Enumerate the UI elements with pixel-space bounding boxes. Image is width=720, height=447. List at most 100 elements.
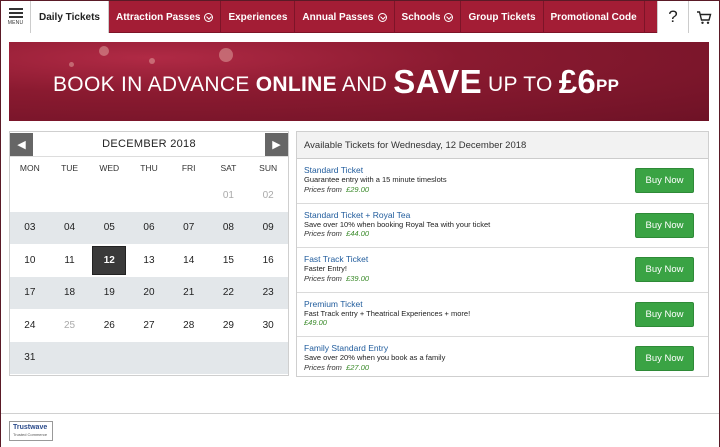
calendar-day[interactable]: 22 <box>209 277 249 310</box>
calendar-week: 01 02 <box>10 179 288 212</box>
calendar-day[interactable]: 10 <box>10 244 50 277</box>
calendar-day[interactable]: 20 <box>129 277 169 310</box>
tab-schools[interactable]: Schools <box>395 1 462 33</box>
banner-text: UP TO <box>481 72 559 96</box>
calendar-day[interactable]: 24 <box>10 309 50 342</box>
calendar-day[interactable]: 08 <box>209 212 249 245</box>
tab-annual-passes[interactable]: Annual Passes <box>295 1 395 33</box>
banner-text-amount: £6 <box>558 62 597 100</box>
calendar-day[interactable]: 14 <box>169 244 209 277</box>
calendar-day[interactable]: 09 <box>248 212 288 245</box>
calendar-day-number: 28 <box>183 319 195 331</box>
calendar-week: 10 11 12 13 14 15 16 <box>10 244 288 277</box>
price-amount: £39.00 <box>346 273 370 283</box>
tab-label: Schools <box>401 11 441 23</box>
calendar-day: 02 <box>248 179 288 212</box>
tickets-panel: Available Tickets for Wednesday, 12 Dece… <box>296 131 709 377</box>
calendar-day-selected[interactable]: 12 <box>89 244 129 277</box>
ticket-row: Standard Ticket + Royal Tea Save over 10%… <box>297 204 708 248</box>
weekday-label: SAT <box>220 163 237 173</box>
tab-attraction-passes[interactable]: Attraction Passes <box>109 1 222 33</box>
buy-now-button[interactable]: Buy Now <box>635 212 694 238</box>
tab-label: Group Tickets <box>468 11 536 23</box>
calendar-day[interactable]: 26 <box>89 309 129 342</box>
question-icon: ? <box>668 7 678 26</box>
next-month-button[interactable]: ▶ <box>265 132 288 156</box>
chevron-down-icon <box>204 12 214 22</box>
calendar-day-number: 18 <box>64 287 76 299</box>
banner-text-save: SAVE <box>393 62 482 100</box>
menu-button[interactable]: MENU <box>1 1 31 33</box>
price-prefix: Prices from <box>304 273 342 283</box>
calendar-day[interactable]: 07 <box>169 212 209 245</box>
tab-label: Daily Tickets <box>39 11 100 23</box>
calendar-day[interactable]: 19 <box>89 277 129 310</box>
calendar-day-number: 24 <box>24 319 36 331</box>
calendar-day-number: 15 <box>222 254 234 266</box>
calendar-empty-cell <box>209 342 249 375</box>
banner-text-pp: PP <box>596 75 620 95</box>
calendar-day-number: 21 <box>183 287 195 299</box>
calendar-day-number: 03 <box>24 222 36 234</box>
tab-group-tickets[interactable]: Group Tickets <box>461 1 544 33</box>
calendar-empty-cell <box>169 342 209 375</box>
buy-now-button[interactable]: Buy Now <box>635 168 694 193</box>
tickets-heading: Available Tickets for Wednesday, 12 Dece… <box>297 132 708 159</box>
calendar-empty-cell <box>248 342 288 375</box>
ticket-row: Fast Track Ticket Faster Entry! Prices fro… <box>297 248 708 293</box>
chevron-down-icon <box>377 12 387 22</box>
calendar-day[interactable]: 17 <box>10 277 50 310</box>
help-button[interactable]: ? <box>657 1 688 33</box>
calendar-week: 17 18 19 20 21 22 23 <box>10 276 288 310</box>
weekday-label: FRI <box>181 163 196 173</box>
calendar-day-number: 16 <box>262 254 274 266</box>
calendar-day-number: 19 <box>103 287 115 299</box>
trust-seal-subtitle: Trusted Commerce <box>13 432 48 437</box>
buy-now-button[interactable]: Buy Now <box>635 301 694 327</box>
tab-label: Attraction Passes <box>115 11 201 23</box>
calendar-day[interactable]: 16 <box>248 244 288 277</box>
calendar-day[interactable]: 29 <box>209 309 249 342</box>
trustwave-seal[interactable]: Trustwave Trusted Commerce <box>9 421 53 441</box>
weekday-label: WED <box>99 163 120 173</box>
calendar-day-number: 12 <box>92 245 127 275</box>
chevron-down-icon <box>444 12 454 22</box>
calendar-day[interactable]: 04 <box>50 212 90 245</box>
calendar-day: 25 <box>50 309 90 342</box>
prev-month-button[interactable]: ◀ <box>10 132 33 156</box>
page-frame: MENU Daily Tickets Attraction Passes Exp… <box>0 0 720 447</box>
calendar-day[interactable]: 30 <box>248 309 288 342</box>
calendar-day[interactable]: 06 <box>129 212 169 245</box>
calendar-day[interactable]: 05 <box>89 212 129 245</box>
tab-daily-tickets[interactable]: Daily Tickets <box>31 1 109 33</box>
calendar-day[interactable]: 03 <box>10 212 50 245</box>
calendar-day[interactable]: 27 <box>129 309 169 342</box>
calendar-header: ◀ DECEMBER 2018 ▶ <box>10 132 288 157</box>
calendar-empty-cell <box>50 179 90 212</box>
calendar-day[interactable]: 11 <box>50 244 90 277</box>
cart-button[interactable] <box>688 1 719 33</box>
buy-now-button[interactable]: Buy Now <box>635 257 694 282</box>
calendar-day[interactable]: 31 <box>10 342 50 375</box>
tab-label: Annual Passes <box>302 11 374 23</box>
calendar-day[interactable]: 13 <box>129 244 169 277</box>
calendar-day-number: 04 <box>64 222 76 234</box>
tab-experiences[interactable]: Experiences <box>221 1 296 33</box>
tab-promotional-code[interactable]: Promotional Code <box>544 1 645 33</box>
calendar-day[interactable]: 15 <box>209 244 249 277</box>
calendar-day-number: 29 <box>222 319 234 331</box>
top-nav: MENU Daily Tickets Attraction Passes Exp… <box>1 1 719 33</box>
calendar-day[interactable]: 23 <box>248 277 288 310</box>
buy-now-button[interactable]: Buy Now <box>635 346 694 371</box>
calendar-day-number: 23 <box>262 287 274 299</box>
calendar-day[interactable]: 21 <box>169 277 209 310</box>
price-prefix: Prices from <box>304 362 342 372</box>
calendar-day[interactable]: 18 <box>50 277 90 310</box>
calendar-day-number: 08 <box>222 222 234 234</box>
calendar-day-number: 27 <box>143 319 155 331</box>
calendar-day[interactable]: 28 <box>169 309 209 342</box>
banner-headline: BOOK IN ADVANCE ONLINE AND SAVE UP TO £6… <box>53 63 619 101</box>
calendar-empty-cell <box>169 179 209 212</box>
hamburger-icon <box>8 8 23 18</box>
calendar-day-number: 22 <box>222 287 234 299</box>
